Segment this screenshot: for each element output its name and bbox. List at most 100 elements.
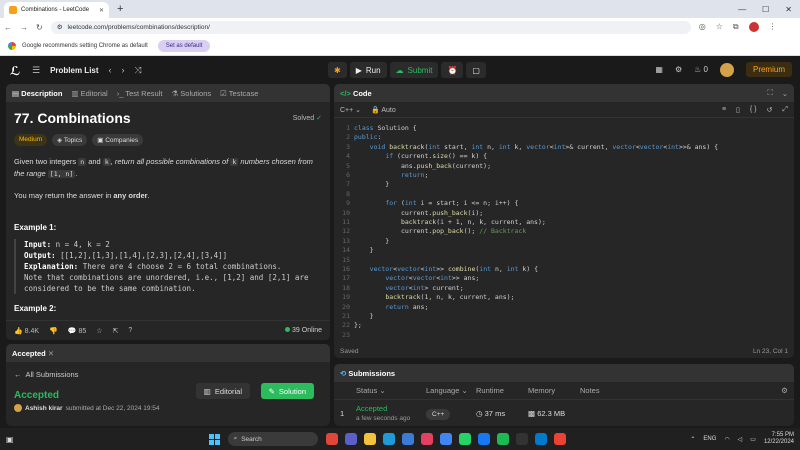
windows-start-icon[interactable] — [208, 433, 220, 445]
vscode-icon[interactable] — [534, 433, 547, 445]
reload-icon[interactable]: ↻ — [36, 23, 43, 32]
browser-tab[interactable]: Combinations - LeetCode ✕ — [4, 2, 109, 18]
fullscreen-icon[interactable]: ⤢ — [782, 106, 788, 114]
debug-button[interactable]: ✱ — [328, 62, 347, 78]
code-line[interactable]: 16 vector<vector<int>> combine(int n, in… — [334, 265, 538, 274]
row-status[interactable]: Accepted — [356, 404, 426, 413]
profile-avatar[interactable] — [748, 22, 759, 32]
favorite-star-icon[interactable]: ☆ — [96, 327, 102, 335]
expand-icon[interactable]: ⛶ — [767, 88, 772, 98]
menu-dots-icon[interactable]: ⋮ — [769, 22, 777, 32]
language-indicator[interactable]: ENG — [703, 436, 716, 442]
teams-icon[interactable] — [344, 433, 357, 445]
code-line[interactable]: 8 — [334, 190, 354, 199]
col-status[interactable]: Status ⌄ — [340, 386, 426, 395]
code-line[interactable]: 5 ans.push_back(current); — [334, 162, 491, 171]
code-line[interactable]: 12 current.pop_back(); // Backtrack — [334, 227, 526, 236]
like-button[interactable]: 👍 8.4K — [14, 327, 39, 335]
tab-editorial[interactable]: ▥ Editorial — [71, 89, 107, 98]
code-line[interactable]: 14 } — [334, 246, 373, 255]
reset-icon[interactable]: ↺ — [767, 106, 773, 114]
timer-button[interactable]: ⏰ — [441, 62, 464, 78]
code-line[interactable]: 2 public: — [334, 133, 381, 142]
code-line[interactable]: 10 current.push_back(i); — [334, 209, 483, 218]
code-line[interactable]: 6 return; — [334, 171, 428, 180]
shuffle-icon[interactable]: ⤨ — [135, 65, 142, 76]
language-select[interactable]: C++ ⌄ — [340, 106, 361, 114]
code-line[interactable]: 18 vector<int> current; — [334, 284, 463, 293]
minimize-icon[interactable]: — — [738, 5, 746, 14]
bookmark-star-icon[interactable]: ☆ — [716, 22, 723, 32]
close-tab-icon[interactable]: ✕ — [99, 7, 104, 14]
code-line[interactable]: 23 — [334, 331, 354, 340]
submit-button[interactable]: ☁ Submit — [389, 62, 439, 78]
format-icon[interactable]: ≡ — [722, 106, 726, 113]
code-line[interactable]: 13 } — [334, 237, 389, 246]
clock[interactable]: 7:55 PM 12/22/2024 — [764, 432, 794, 446]
notes-button[interactable]: ▢ — [466, 62, 486, 78]
accepted-tab[interactable]: Accepted ✕ — [12, 349, 54, 358]
code-line[interactable]: 19 backtrack(1, n, k, current, ans); — [334, 293, 514, 302]
problem-list-link[interactable]: Problem List — [50, 66, 98, 75]
companies-tag[interactable]: ▣ Companies — [92, 134, 144, 146]
dislike-icon[interactable]: 👎 — [49, 327, 58, 335]
set-default-button[interactable]: Set as default — [157, 39, 211, 52]
tray-chevron-icon[interactable]: ⌃ — [690, 436, 695, 443]
code-line[interactable]: 1 class Solution { — [334, 124, 417, 133]
eye-off-icon[interactable]: ◎ — [699, 22, 706, 32]
app-icon[interactable] — [325, 433, 338, 445]
close-window-icon[interactable]: ✕ — [785, 5, 792, 14]
spotify-icon[interactable] — [496, 433, 509, 445]
submissions-tab[interactable]: ⟲ Submissions — [340, 369, 395, 378]
user-avatar[interactable] — [719, 62, 734, 77]
comments-button[interactable]: 💬 85 — [68, 327, 86, 335]
solution-button[interactable]: ✎ Solution — [260, 383, 314, 399]
chrome-icon[interactable] — [439, 433, 452, 445]
file-explorer-icon[interactable] — [363, 433, 376, 445]
wifi-icon[interactable]: ◠ — [724, 436, 729, 443]
code-line[interactable]: 9 for (int i = start; i <= n; i++) { — [334, 199, 518, 208]
code-line[interactable]: 17 vector<vector<int>> ans; — [334, 274, 479, 283]
app-icon[interactable] — [477, 433, 490, 445]
tab-test-result[interactable]: ›_ Test Result — [117, 89, 163, 98]
braces-icon[interactable]: { } — [750, 106, 757, 113]
back-icon[interactable]: ← — [4, 23, 12, 32]
problem-title[interactable]: 77. Combinations — [14, 110, 131, 126]
taskbar-search[interactable]: ⌕ Search — [227, 432, 318, 446]
prev-problem-icon[interactable]: ‹ — [109, 65, 112, 75]
code-line[interactable]: 4 if (current.size() == k) { — [334, 152, 487, 161]
user-name[interactable]: Ashish kirar — [25, 405, 63, 412]
site-info-icon[interactable]: ⚙ — [57, 23, 63, 31]
table-row[interactable]: 1 Accepted a few seconds ago C++ ◷ 37 ms… — [334, 400, 794, 426]
code-line[interactable]: 3 void backtrack(int start, int n, int k… — [334, 143, 718, 152]
code-line[interactable]: 7 } — [334, 180, 389, 189]
whatsapp-icon[interactable] — [458, 433, 471, 445]
close-icon[interactable]: ✕ — [48, 349, 54, 358]
forward-icon[interactable]: → — [20, 23, 28, 32]
code-line[interactable]: 11 backtrack(i + 1, n, k, current, ans); — [334, 218, 546, 227]
share-icon[interactable]: ⇱ — [113, 327, 119, 335]
settings-icon[interactable]: ⚙ — [781, 386, 788, 395]
premium-button[interactable]: Premium — [745, 62, 792, 77]
maximize-icon[interactable]: ☐ — [762, 5, 769, 14]
auto-mode[interactable]: 🔒 Auto — [371, 106, 396, 114]
code-editor[interactable]: 1 class Solution {2 public: 3 void backtrac… — [334, 118, 794, 340]
instagram-icon[interactable] — [420, 433, 433, 445]
store-icon[interactable] — [401, 433, 414, 445]
help-icon[interactable]: ? — [128, 327, 132, 334]
edge-icon[interactable] — [382, 433, 395, 445]
run-button[interactable]: ▶ Run — [349, 62, 387, 78]
tab-description[interactable]: ▤ Description — [12, 89, 62, 98]
bookmark-icon[interactable]: ▯ — [736, 106, 740, 114]
layout-icon[interactable]: ▦ — [655, 65, 663, 74]
volume-icon[interactable]: ◁ — [738, 436, 743, 443]
new-tab-icon[interactable]: + — [117, 3, 123, 15]
settings-gear-icon[interactable]: ⚙ — [675, 65, 682, 74]
leetcode-logo-icon[interactable]: ℒ — [10, 64, 22, 78]
app-icon[interactable] — [515, 433, 528, 445]
extensions-icon[interactable]: ⧉ — [733, 22, 739, 32]
code-line[interactable]: 15 — [334, 256, 354, 265]
col-language[interactable]: Language ⌄ — [426, 386, 476, 395]
streak-counter[interactable]: ♨ 0 — [694, 65, 708, 74]
tab-solutions[interactable]: ⚗ Solutions — [171, 89, 211, 98]
